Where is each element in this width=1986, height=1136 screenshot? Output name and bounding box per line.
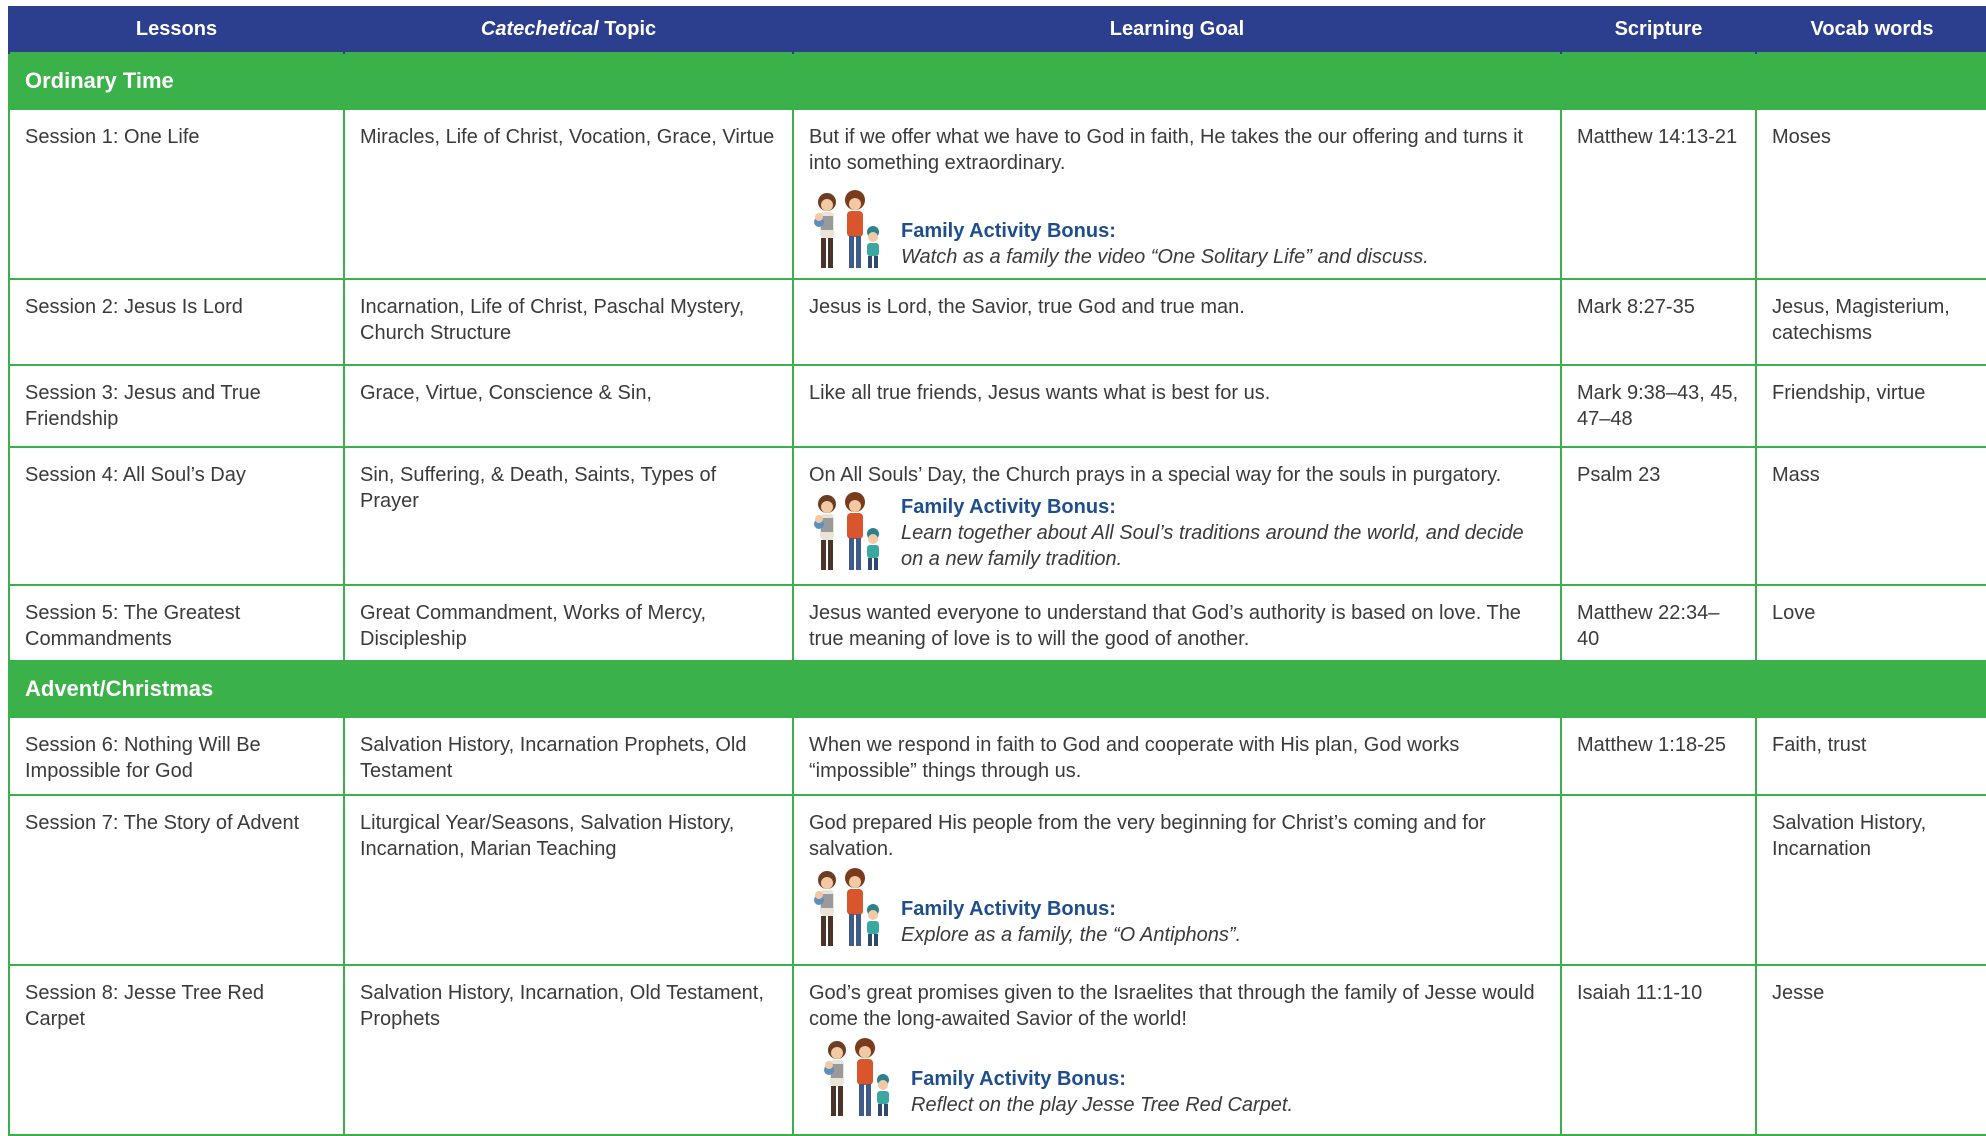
table-row: Session 7: The Story of Advent Liturgica… [8, 794, 1986, 966]
vocab-cell: Jesus, Magisterium, catechisms [1755, 278, 1986, 366]
family-icon [814, 868, 879, 946]
lesson-cell: Session 8: Jesse Tree Red Carpet [8, 964, 345, 1136]
bonus-title: Family Activity Bonus: [911, 1068, 1126, 1090]
table-row: Session 3: Jesus and True Friendship Gra… [8, 364, 1986, 448]
scripture-cell: Mark 8:27-35 [1560, 278, 1757, 366]
goal-text: God’s great promises given to the Israel… [809, 982, 1535, 1030]
table-row: Session 2: Jesus Is Lord Incarnation, Li… [8, 278, 1986, 366]
table-row: Session 5: The Greatest Commandments Gre… [8, 584, 1986, 662]
lesson-schedule-table: Lessons Catechetical Topic Learning Goal… [8, 6, 1986, 1136]
table-row: Session 4: All Soul’s Day Sin, Suffering… [8, 446, 1986, 586]
bonus-title: Family Activity Bonus: [901, 496, 1116, 518]
bonus-body: Learn together about All Soul’s traditio… [901, 522, 1524, 570]
topic-cell: Salvation History, Incarnation Prophets,… [343, 716, 794, 796]
family-icon [814, 492, 879, 570]
header-topic: Catechetical Topic [343, 6, 793, 53]
goal-cell: God’s great promises given to the Israel… [792, 964, 1562, 1136]
goal-text: God prepared His people from the very be… [809, 812, 1486, 860]
vocab-cell: Love [1755, 584, 1986, 662]
scripture-cell: Isaiah 11:1-10 [1560, 964, 1757, 1136]
table-row: Session 6: Nothing Will Be Impossible fo… [8, 716, 1986, 796]
family-bonus: Family Activity Bonus: Watch as a family… [809, 188, 1546, 270]
vocab-cell: Jesse [1755, 964, 1986, 1136]
section-title: Advent/Christmas [8, 660, 1986, 718]
header-topic-rest: Topic [598, 18, 657, 40]
goal-text: On All Souls’ Day, the Church prays in a… [809, 464, 1502, 486]
vocab-cell: Salvation History, Incarnation [1755, 794, 1986, 966]
bonus-body: Reflect on the play Jesse Tree Red Carpe… [911, 1094, 1294, 1116]
bonus-text: Family Activity Bonus: Reflect on the pl… [911, 1066, 1293, 1118]
topic-cell: Miracles, Life of Christ, Vocation, Grac… [343, 108, 794, 280]
bonus-text: Family Activity Bonus: Learn together ab… [901, 494, 1546, 572]
goal-cell: God prepared His people from the very be… [792, 794, 1562, 966]
scripture-cell: Mark 9:38–43, 45, 47–48 [1560, 364, 1757, 448]
scripture-cell [1560, 794, 1757, 966]
topic-cell: Grace, Virtue, Conscience & Sin, [343, 364, 794, 448]
bonus-text: Family Activity Bonus: Explore as a fami… [901, 896, 1241, 948]
topic-cell: Sin, Suffering, & Death, Saints, Types o… [343, 446, 794, 586]
scripture-cell: Matthew 1:18-25 [1560, 716, 1757, 796]
goal-cell: Jesus is Lord, the Savior, true God and … [792, 278, 1562, 366]
header-learning-goal: Learning Goal [792, 6, 1561, 53]
goal-text: But if we offer what we have to God in f… [809, 126, 1524, 174]
goal-cell: But if we offer what we have to God in f… [792, 108, 1562, 280]
bonus-text: Family Activity Bonus: Watch as a family… [901, 218, 1429, 270]
lesson-cell: Session 1: One Life [8, 108, 345, 280]
section-row-advent-christmas: Advent/Christmas [8, 660, 1986, 718]
lesson-cell: Session 5: The Greatest Commandments [8, 584, 345, 662]
header-vocab: Vocab words [1755, 6, 1986, 53]
lesson-cell: Session 6: Nothing Will Be Impossible fo… [8, 716, 345, 796]
bonus-title: Family Activity Bonus: [901, 220, 1116, 242]
scripture-cell: Matthew 22:34–40 [1560, 584, 1757, 662]
topic-cell: Liturgical Year/Seasons, Salvation Histo… [343, 794, 794, 966]
bonus-title: Family Activity Bonus: [901, 898, 1116, 920]
lesson-cell: Session 2: Jesus Is Lord [8, 278, 345, 366]
section-title: Ordinary Time [8, 52, 1986, 110]
family-bonus: Family Activity Bonus: Learn together ab… [809, 490, 1546, 572]
goal-cell: Like all true friends, Jesus wants what … [792, 364, 1562, 448]
goal-cell: On All Souls’ Day, the Church prays in a… [792, 446, 1562, 586]
vocab-cell: Moses [1755, 108, 1986, 280]
scripture-cell: Psalm 23 [1560, 446, 1757, 586]
family-icon [824, 1038, 889, 1116]
bonus-body: Explore as a family, the “O Antiphons”. [901, 924, 1242, 946]
vocab-cell: Friendship, virtue [1755, 364, 1986, 448]
table-header-row: Lessons Catechetical Topic Learning Goal… [8, 6, 1986, 53]
topic-cell: Salvation History, Incarnation, Old Test… [343, 964, 794, 1136]
section-row-ordinary-time: Ordinary Time [8, 52, 1986, 110]
family-bonus: Family Activity Bonus: Reflect on the pl… [819, 1036, 1546, 1118]
topic-cell: Incarnation, Life of Christ, Paschal Mys… [343, 278, 794, 366]
scripture-cell: Matthew 14:13-21 [1560, 108, 1757, 280]
table-row: Session 1: One Life Miracles, Life of Ch… [8, 108, 1986, 280]
lesson-cell: Session 4: All Soul’s Day [8, 446, 345, 586]
goal-cell: When we respond in faith to God and coop… [792, 716, 1562, 796]
goal-cell: Jesus wanted everyone to understand that… [792, 584, 1562, 662]
vocab-cell: Mass [1755, 446, 1986, 586]
vocab-cell: Faith, trust [1755, 716, 1986, 796]
bonus-body: Watch as a family the video “One Solitar… [901, 246, 1429, 268]
table-row: Session 8: Jesse Tree Red Carpet Salvati… [8, 964, 1986, 1136]
topic-cell: Great Commandment, Works of Mercy, Disci… [343, 584, 794, 662]
header-topic-italic: Catechetical [480, 18, 599, 40]
header-scripture: Scripture [1560, 6, 1756, 53]
lesson-cell: Session 7: The Story of Advent [8, 794, 345, 966]
header-lessons: Lessons [8, 6, 344, 53]
lesson-cell: Session 3: Jesus and True Friendship [8, 364, 345, 448]
family-bonus: Family Activity Bonus: Explore as a fami… [809, 866, 1546, 948]
family-icon [814, 190, 879, 268]
